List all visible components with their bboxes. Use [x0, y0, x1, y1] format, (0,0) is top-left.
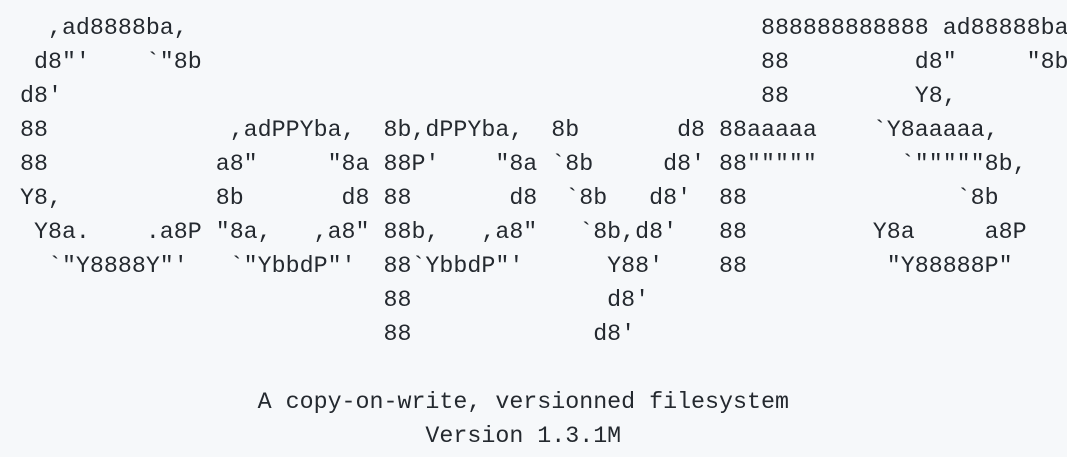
banner-line-7: Y8a. .a8P "8a, ,a8" 88b, ,a8" `8b,d8' 88… — [20, 219, 1027, 245]
readme-code-block: ,ad8888ba, 888888888888 ad88888ba d8"' `… — [0, 0, 1067, 457]
banner-line-6: Y8, 8b d8 88 d8 `8b d8' 88 `8b — [20, 185, 999, 211]
banner-line-10: 88 d8' — [20, 321, 636, 347]
banner-line-1: ,ad8888ba, 888888888888 ad88888ba — [20, 15, 1067, 41]
banner-line-5: 88 a8" "8a 88P' "8a `8b d8' 88""""" `"""… — [20, 151, 1027, 177]
version-line: Version 1.3.1M — [20, 423, 622, 449]
banner-line-8: `"Y8888Y"' `"YbbdP"' 88`YbbdP"' Y88' 88 … — [20, 253, 1013, 279]
banner-line-2: d8"' `"8b 88 d8" "8b — [20, 49, 1067, 75]
banner-blank-line — [20, 351, 1067, 385]
banner-line-4: 88 ,adPPYba, 8b,dPPYba, 8b d8 88aaaaa `Y… — [20, 117, 999, 143]
banner-line-9: 88 d8' — [20, 287, 650, 313]
ascii-banner: ,ad8888ba, 888888888888 ad88888ba d8"' `… — [20, 11, 1067, 453]
banner-line-3: d8' 88 Y8, — [20, 83, 957, 109]
tagline: A copy-on-write, versionned filesystem — [20, 389, 789, 415]
